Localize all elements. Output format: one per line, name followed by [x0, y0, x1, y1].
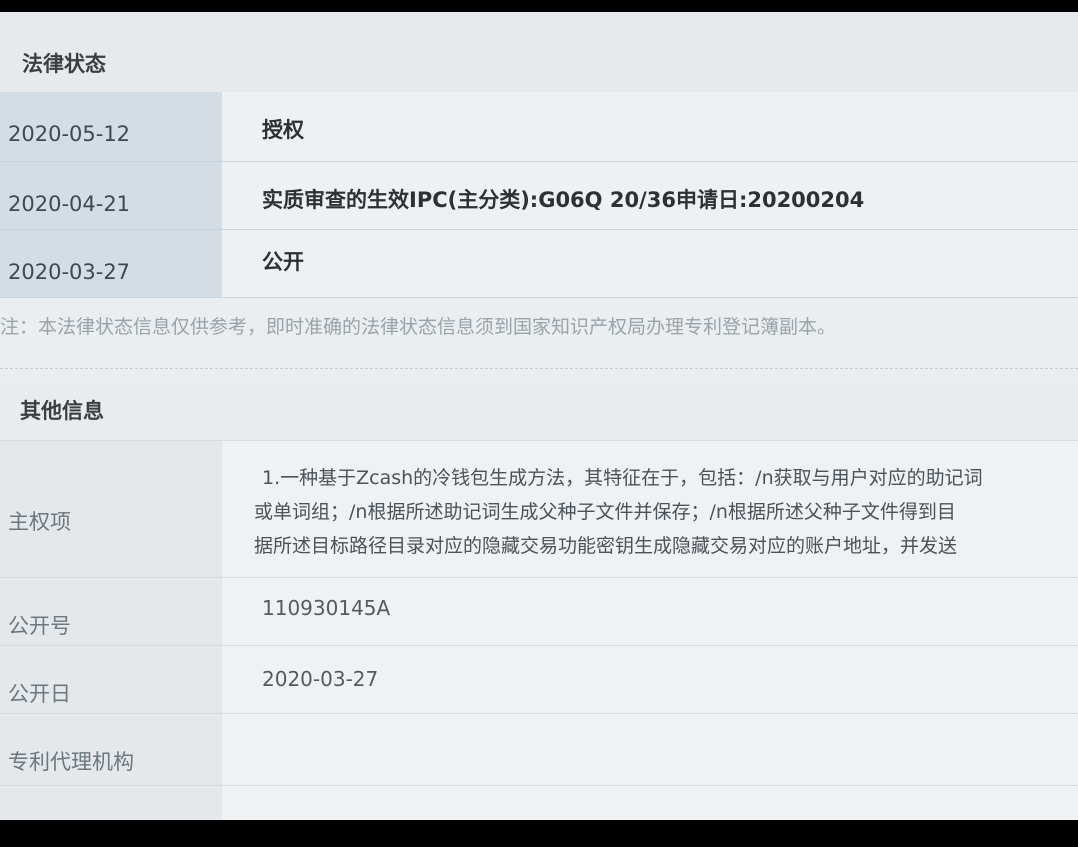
main-claim-text: 1.一种基于Zcash的冷钱包生成方法，其特征在于，包括：/n获取与用户对应的助… [254, 461, 1078, 563]
main-claim-label: 主权项 [0, 441, 222, 577]
legal-status-date: 2020-04-21 [0, 162, 222, 229]
legal-status-value: 公开 [222, 230, 1078, 297]
other-info-header: 其他信息 [0, 382, 1078, 440]
agency-row: 专利代理机构 [0, 714, 1078, 786]
pub-date-row: 公开日 2020-03-27 [0, 646, 1078, 714]
pub-no-row: 公开号 110930145A [0, 578, 1078, 646]
other-info-title: 其他信息 [20, 399, 104, 423]
next-row-value [222, 786, 1078, 820]
agency-label: 专利代理机构 [0, 714, 222, 785]
main-claim-value: 1.一种基于Zcash的冷钱包生成方法，其特征在于，包括：/n获取与用户对应的助… [222, 441, 1078, 577]
main-claim-line: 1.一种基于Zcash的冷钱包生成方法，其特征在于，包括：/n获取与用户对应的助… [262, 467, 983, 489]
legal-status-row: 2020-05-12 授权 [0, 92, 1078, 162]
legal-status-header: 法律状态 [0, 12, 1078, 92]
main-claim-row: 主权项 1.一种基于Zcash的冷钱包生成方法，其特征在于，包括：/n获取与用户… [0, 440, 1078, 578]
pub-no-label: 公开号 [0, 578, 222, 645]
pub-date-value: 2020-03-27 [222, 646, 1078, 713]
agency-value [222, 714, 1078, 785]
legal-status-date: 2020-03-27 [0, 230, 222, 297]
legal-status-row: 2020-04-21 实质审查的生效IPC(主分类):G06Q 20/36申请日… [0, 162, 1078, 230]
legal-status-value: 授权 [222, 92, 1078, 161]
next-row [0, 786, 1078, 820]
pub-date-label: 公开日 [0, 646, 222, 713]
main-claim-line: 或单词组；/n根据所述助记词生成父种子文件并保存；/n根据所述父种子文件得到目 [254, 501, 956, 523]
next-row-label [0, 786, 222, 820]
legal-status-note: 注：本法律状态信息仅供参考，即时准确的法律状态信息须到国家知识产权局办理专利登记… [0, 316, 837, 338]
pub-no-value: 110930145A [222, 578, 1078, 645]
legal-status-title: 法律状态 [22, 52, 106, 76]
legal-status-value: 实质审查的生效IPC(主分类):G06Q 20/36申请日:20200204 [222, 162, 1078, 229]
legal-status-date: 2020-05-12 [0, 92, 222, 161]
legal-status-row: 2020-03-27 公开 [0, 230, 1078, 298]
main-claim-line: 据所述目标路径目录对应的隐藏交易功能密钥生成隐藏交易对应的账户地址，并发送 [254, 535, 958, 557]
section-divider [0, 368, 1078, 369]
patent-detail-screen: 法律状态 2020-05-12 授权 2020-04-21 实质审查的生效IPC… [0, 12, 1078, 820]
